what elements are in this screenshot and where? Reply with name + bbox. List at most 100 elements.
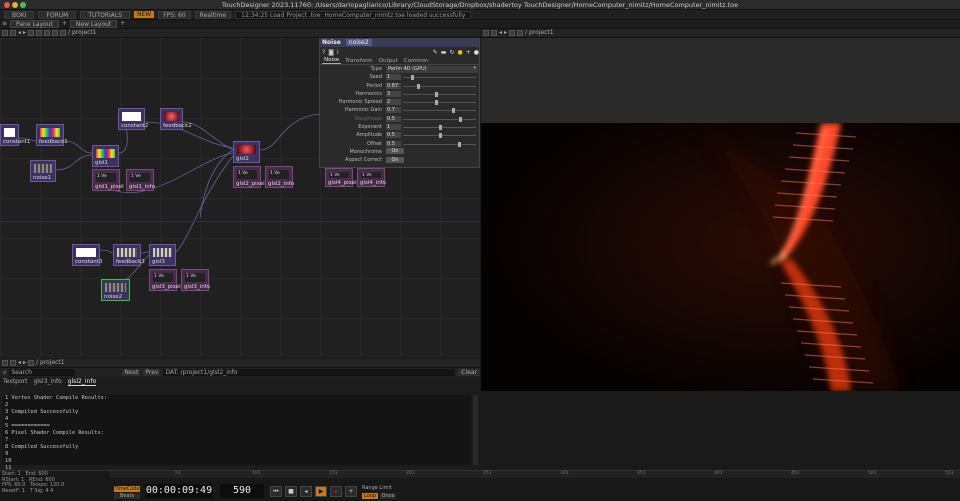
viewer-forward-icon[interactable]: ▸ [504, 30, 507, 36]
viewer-back-icon[interactable]: ◂ [499, 30, 502, 36]
view-icon[interactable] [60, 30, 67, 36]
textport-forward-icon[interactable]: ▸ [23, 360, 26, 366]
node-constant1[interactable]: constant1 [0, 124, 30, 146]
param-slider-knob[interactable] [411, 75, 415, 81]
next-button[interactable]: Next [122, 369, 141, 376]
textport-scrollbar[interactable] [473, 395, 478, 465]
param-slider-knob[interactable] [457, 141, 461, 147]
info-icon[interactable]: i [337, 49, 339, 56]
param-slider-knob[interactable] [417, 83, 420, 89]
tab-common[interactable]: Common [402, 58, 431, 64]
back-icon[interactable]: ◂ [18, 30, 21, 36]
stop-button[interactable]: ■ [285, 486, 297, 497]
frame-display[interactable]: 590 [220, 484, 264, 498]
tab-glsl2-info[interactable]: glsl2_info [67, 378, 97, 386]
textport-pane-type-icon[interactable] [10, 360, 16, 366]
play-button[interactable]: ▶ [315, 486, 327, 497]
viewer-pane[interactable] [481, 38, 960, 391]
tab-pane-layout[interactable]: Pane Layout [10, 20, 59, 28]
param-value-field[interactable]: 0.7 [386, 107, 401, 114]
refresh-icon[interactable]: ↻ [449, 49, 454, 56]
param-slider-knob[interactable] [439, 133, 443, 139]
param-value-field[interactable]: 3 [386, 90, 401, 97]
new-badge[interactable]: NEW [134, 11, 155, 18]
node-noise1[interactable]: noise1 [30, 160, 56, 182]
node-feedback3[interactable]: feedback3 [113, 244, 145, 266]
op-name-field[interactable]: noise2 [345, 39, 372, 46]
textport-pane-menu-icon[interactable] [2, 360, 8, 366]
node-feedback2[interactable]: feedback2 [160, 108, 192, 130]
tab-textport[interactable]: Textport [3, 378, 27, 385]
viewer-home-icon[interactable] [509, 30, 516, 36]
network-path[interactable]: / project1 [68, 30, 97, 36]
grid-icon[interactable] [52, 30, 59, 36]
param-value-field[interactable]: 0.5 [386, 132, 401, 139]
menu-forum[interactable]: FORUM [38, 10, 77, 19]
menu-tutorials[interactable]: TUTORIALS [80, 10, 130, 19]
dat-text-content[interactable]: 1 Vertex Shader Compile Results: 2 3 Compi… [3, 395, 471, 478]
param-value-field[interactable]: 2 [386, 99, 401, 106]
prev-button[interactable]: Prev [143, 369, 161, 376]
textport-home-icon[interactable] [28, 360, 35, 366]
up-icon[interactable] [36, 30, 43, 36]
timecode-mode-button[interactable]: TimeCode [114, 486, 140, 492]
param-aspect-toggle[interactable]: On [386, 156, 404, 163]
param-slider-track[interactable] [403, 118, 476, 120]
add-layout-icon-2[interactable]: + [120, 21, 125, 27]
fast-forward-button[interactable]: + [345, 486, 357, 497]
node-glsl3-pixel[interactable]: 1 Ve glsl3_pixel [149, 269, 181, 291]
node-feedback1[interactable]: feedback1 [36, 124, 68, 146]
param-value-field[interactable]: 1 [386, 74, 401, 81]
tab-output[interactable]: Output [377, 58, 400, 64]
node-glsl2-pixel[interactable]: 1 Ve glsl2_pixel [233, 166, 265, 188]
settings-icon[interactable]: ● [474, 49, 479, 56]
node-glsl1[interactable]: glsl1 [92, 145, 119, 167]
op-info-icon[interactable]: ◙ [328, 49, 334, 56]
edit-icon[interactable]: ✎ [433, 49, 438, 56]
step-back-button[interactable]: ◂ [300, 486, 312, 497]
param-value-field[interactable]: 0.5 [386, 140, 401, 147]
render-output[interactable] [481, 123, 960, 391]
param-slider-knob[interactable] [459, 116, 462, 122]
pin-icon[interactable]: ▬ [441, 49, 447, 56]
python-icon[interactable]: ● [457, 49, 462, 56]
param-slider-knob[interactable] [434, 91, 438, 97]
timeline-ruler[interactable]: 51 101 151 201 251 301 351 401 451 501 551 [110, 471, 960, 478]
help-icon[interactable]: ? [322, 49, 325, 56]
home-icon[interactable] [28, 30, 35, 36]
tab-transform[interactable]: Transform [343, 58, 374, 64]
node-glsl1-pixel[interactable]: 1 Ve glsl1_pixel [92, 169, 124, 191]
timecode-display[interactable]: 00:00:09:49 [145, 484, 213, 498]
loop-button[interactable]: Loop [362, 493, 378, 499]
param-slider-knob[interactable] [439, 125, 443, 131]
param-value-field[interactable]: 0.5 [386, 115, 401, 122]
param-slider-track[interactable] [403, 110, 476, 112]
add-icon[interactable]: + [466, 49, 471, 56]
textport-back-icon[interactable]: ◂ [18, 360, 21, 366]
search-input[interactable]: Search [9, 369, 76, 376]
split-icon[interactable] [44, 30, 51, 36]
viewer-pane-menu-icon[interactable] [483, 30, 489, 36]
pane-type-icon[interactable] [10, 30, 16, 36]
once-button[interactable]: Once [380, 493, 396, 499]
node-glsl4-pixel[interactable]: 1 Ve glsl4_pixel [325, 168, 357, 187]
dropdown-arrow-icon[interactable]: ▾ [473, 65, 476, 71]
node-glsl1-info[interactable]: 1 Ve glsl1_info [126, 169, 155, 191]
close-window-icon[interactable] [4, 2, 10, 8]
param-slider-track[interactable] [403, 85, 476, 87]
node-glsl3-info[interactable]: 1 Ve glsl3_info [181, 269, 210, 291]
node-constant3[interactable]: constant3 [72, 244, 102, 266]
viewer-pane-type-icon[interactable] [491, 30, 497, 36]
rewind-button[interactable]: ⏮ [270, 486, 282, 497]
node-glsl4-info[interactable]: 1 Ve glsl4_info [357, 168, 386, 187]
node-noise2[interactable]: noise2 [101, 279, 130, 301]
realtime-toggle[interactable]: Realtime [194, 10, 232, 19]
menu-boki[interactable]: BOKI [4, 10, 35, 19]
step-forward-button[interactable]: - [330, 486, 342, 497]
clear-button[interactable]: Clear [458, 369, 480, 376]
viewer-path[interactable]: / project1 [525, 30, 554, 36]
tab-new-layout[interactable]: New Layout [69, 20, 118, 28]
minimize-window-icon[interactable] [12, 2, 18, 8]
node-glsl2[interactable]: glsl2 [233, 141, 260, 163]
node-constant2[interactable]: constant2 [118, 108, 148, 130]
